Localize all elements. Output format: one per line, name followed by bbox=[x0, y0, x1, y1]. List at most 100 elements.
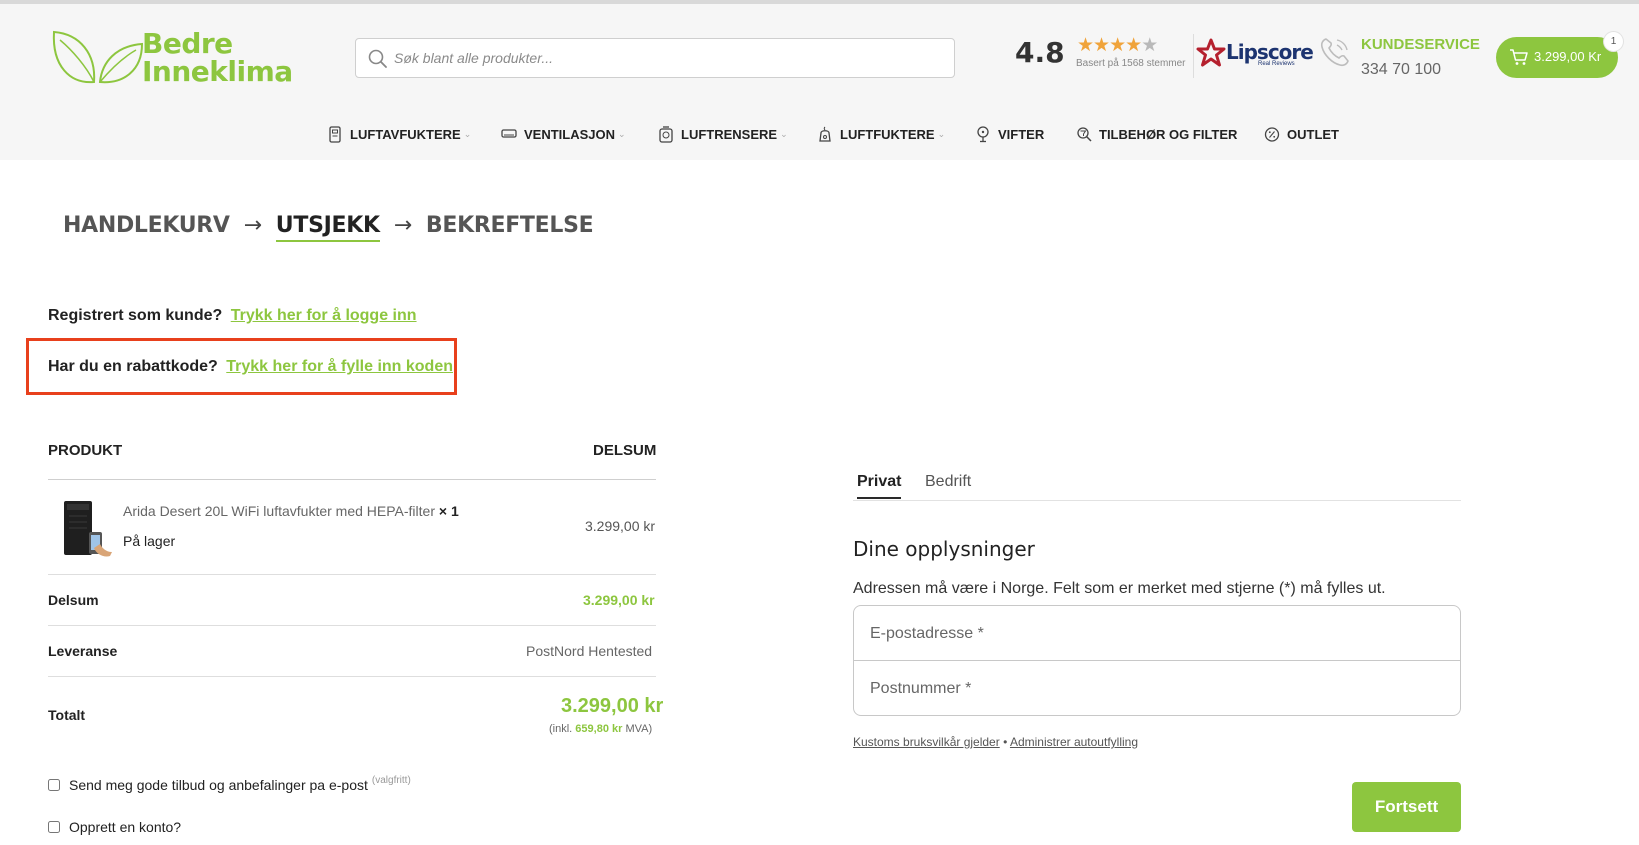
form-title: Dine opplysninger bbox=[853, 537, 1035, 561]
step-confirmation: BEKREFTELSE bbox=[425, 213, 594, 238]
star-icon: ★ bbox=[1077, 35, 1094, 56]
email-field[interactable] bbox=[854, 606, 1460, 661]
discount-icon bbox=[1264, 127, 1280, 142]
nav-item-luftavfuktere[interactable]: LUFTAVFUKTERE ⌄ bbox=[327, 126, 471, 143]
nav-item-ventilasjon[interactable]: VENTILASJON ⌄ bbox=[501, 126, 626, 143]
nav-item-outlet[interactable]: OUTLET bbox=[1264, 126, 1339, 143]
login-notice: Registrert som kunde? Trykk her for å lo… bbox=[48, 307, 417, 325]
phone-icon bbox=[1320, 38, 1349, 67]
filter-search-icon bbox=[1077, 127, 1092, 142]
arrow-right-icon: → bbox=[393, 213, 412, 238]
search-icon[interactable] bbox=[368, 49, 388, 69]
logo-line1: Bedre bbox=[142, 27, 233, 60]
logo-line2: Inneklima bbox=[142, 55, 293, 88]
nav-label: TILBEHØR OG FILTER bbox=[1099, 127, 1238, 142]
chevron-down-icon: ⌄ bbox=[618, 129, 626, 139]
tab-private[interactable]: Privat bbox=[857, 473, 902, 499]
product-quantity: × 1 bbox=[438, 503, 459, 519]
login-notice-text: Registrert som kunde? bbox=[48, 307, 223, 324]
humidifier-icon bbox=[819, 126, 831, 142]
tab-business[interactable]: Bedrift bbox=[925, 473, 971, 491]
newsletter-checkbox[interactable] bbox=[48, 779, 60, 791]
nav-label: VENTILASJON bbox=[524, 127, 616, 142]
product-image bbox=[64, 501, 112, 557]
step-cart[interactable]: HANDLEKURV bbox=[63, 213, 230, 238]
step-checkout: UTSJEKK bbox=[275, 213, 380, 242]
star-icon: ★ bbox=[1093, 35, 1110, 56]
postal-code-field[interactable] bbox=[854, 661, 1460, 716]
highlight-box bbox=[26, 338, 457, 395]
nav-label: LUFTRENSERE bbox=[681, 127, 778, 142]
lipscore-tagline: Real Reviews bbox=[1258, 61, 1295, 67]
cart-icon bbox=[1510, 49, 1528, 65]
vat-suffix: MVA) bbox=[625, 723, 653, 735]
terms-row: Kustoms bruksvilkår gjelder • Administre… bbox=[853, 735, 1138, 749]
form-note: Adressen må være i Norge. Felt som er me… bbox=[853, 580, 1386, 597]
create-account-checkbox[interactable] bbox=[48, 821, 60, 833]
cart-button[interactable]: 3.299,00 Kr bbox=[1496, 37, 1618, 78]
shipping-value: PostNord Hentested bbox=[526, 643, 653, 659]
customer-service-label[interactable]: KUNDESERVICE bbox=[1361, 36, 1480, 53]
col-header-subtotal: DELSUM bbox=[593, 442, 657, 459]
rating-count: Basert på 1568 stemmer bbox=[1076, 58, 1186, 69]
cart-count-badge: 1 bbox=[1604, 32, 1623, 51]
nav-label: LUFTAVFUKTERE bbox=[350, 127, 461, 142]
rating-score: 4.8 bbox=[1015, 36, 1065, 69]
tab-underline bbox=[853, 500, 1461, 501]
nav-label: VIFTER bbox=[998, 127, 1045, 142]
continue-button[interactable]: Fortsett bbox=[1352, 782, 1461, 832]
nav-label: OUTLET bbox=[1287, 127, 1339, 142]
create-account-label: Opprett en konto? bbox=[69, 819, 182, 835]
total-value: 3.299,00 kr bbox=[561, 695, 664, 717]
chevron-down-icon: ⌄ bbox=[463, 129, 472, 139]
total-label: Totalt bbox=[48, 707, 86, 723]
main-nav: LUFTAVFUKTERE ⌄ VENTILASJON ⌄ LUFTRENSERE ⌄… bbox=[0, 118, 1639, 152]
logo-wordmark[interactable]: Bedre Inneklima bbox=[142, 30, 293, 86]
search-input[interactable] bbox=[394, 39, 934, 77]
dehumidifier-icon bbox=[329, 126, 341, 143]
create-account-option[interactable]: Opprett en konto? bbox=[48, 819, 181, 835]
contact-fields bbox=[853, 605, 1461, 716]
stock-status: På lager bbox=[123, 533, 176, 549]
optional-hint: (valgfritt) bbox=[371, 774, 411, 786]
fan-icon bbox=[977, 126, 989, 143]
newsletter-option[interactable]: Send meg gode tilbud og anbefalinger pa … bbox=[48, 774, 411, 793]
separator: • bbox=[1003, 735, 1008, 749]
vat-info: (inkl. 659,80 kr MVA) bbox=[549, 723, 652, 735]
leaf-logo-icon bbox=[52, 30, 144, 84]
col-header-product: PRODUKT bbox=[48, 442, 123, 459]
rating-stars: ★★★★★ bbox=[1077, 34, 1158, 57]
product-name[interactable]: Arida Desert 20L WiFi luftavfukter med H… bbox=[123, 503, 459, 519]
checkout-steps: HANDLEKURV → UTSJEKK → BEKREFTELSE bbox=[63, 213, 594, 242]
login-link[interactable]: Trykk her for å logge inn bbox=[231, 307, 417, 324]
autofill-link[interactable]: Administrer autoutfylling bbox=[1010, 735, 1138, 749]
search-box[interactable] bbox=[355, 38, 955, 78]
divider bbox=[48, 574, 656, 575]
postal-code-input[interactable] bbox=[854, 661, 1460, 716]
product-title: Arida Desert 20L WiFi luftavfukter med H… bbox=[123, 503, 435, 519]
lipscore-star-icon bbox=[1196, 38, 1226, 67]
half-star-icon: ★ bbox=[1141, 35, 1158, 56]
nav-item-luftrensere[interactable]: LUFTRENSERE ⌄ bbox=[658, 126, 788, 143]
chevron-down-icon: ⌄ bbox=[780, 129, 788, 139]
product-price: 3.299,00 kr bbox=[585, 518, 656, 534]
terms-link[interactable]: Kustoms bruksvilkår gjelder bbox=[853, 735, 1000, 749]
shipping-label: Leveranse bbox=[48, 643, 118, 659]
subtotal-value: 3.299,00 kr bbox=[583, 592, 655, 608]
customer-service-phone[interactable]: 334 70 100 bbox=[1361, 61, 1441, 79]
nav-item-tilbehor-og-filter[interactable]: TILBEHØR OG FILTER bbox=[1076, 126, 1237, 143]
newsletter-label: Send meg gode tilbud og anbefalinger pa … bbox=[69, 777, 368, 793]
star-icon: ★ bbox=[1125, 35, 1142, 56]
divider bbox=[1193, 34, 1194, 78]
air-purifier-icon bbox=[659, 126, 673, 143]
nav-item-vifter[interactable]: VIFTER bbox=[975, 126, 1044, 143]
star-icon: ★ bbox=[1109, 35, 1126, 56]
cart-total: 3.299,00 Kr bbox=[1534, 49, 1602, 64]
vat-prefix: (inkl. bbox=[549, 723, 573, 735]
divider bbox=[48, 479, 656, 480]
nav-item-luftfuktere[interactable]: LUFTFUKTERE ⌄ bbox=[817, 126, 945, 143]
divider bbox=[48, 676, 656, 677]
email-input[interactable] bbox=[854, 606, 1460, 661]
vat-amount: 659,80 kr bbox=[575, 723, 623, 735]
chevron-down-icon: ⌄ bbox=[937, 129, 946, 139]
